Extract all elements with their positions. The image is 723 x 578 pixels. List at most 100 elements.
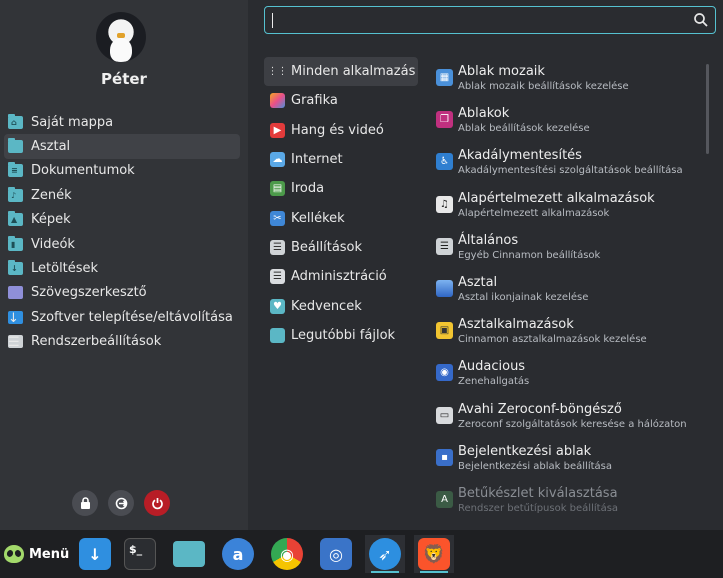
taskbar-launcher-1[interactable]: $_ [120, 535, 160, 573]
category-item-3[interactable]: ☁ Internet [264, 145, 418, 174]
taskbar-launcher-4[interactable]: ◉ [267, 535, 307, 573]
taskbar-launcher-2[interactable] [169, 535, 209, 573]
category-item-0[interactable]: ⋮⋮ Minden alkalmazás [264, 57, 418, 87]
administration-icon: ☰ [270, 269, 285, 285]
files-icon [173, 541, 205, 567]
place-item-3[interactable]: ♪ Zenék [4, 183, 240, 207]
place-item-4[interactable]: ▲ Képek [4, 208, 240, 232]
category-label: Beállítások [291, 239, 363, 255]
app-center-icon: a [222, 538, 254, 570]
windows-icon: ❐ [436, 111, 453, 129]
lock-screen-button[interactable] [72, 490, 98, 516]
app-name: Akadálymentesítés [458, 148, 582, 164]
place-item-2[interactable]: ≡ Dokumentumok [4, 159, 240, 183]
desktop-icon [436, 279, 453, 297]
place-item-7[interactable]: Szövegszerkesztő [4, 281, 240, 305]
preferences-icon: ☰ [270, 239, 285, 255]
desklets-icon: ▣ [436, 322, 453, 340]
desktop-folder-icon [8, 138, 23, 154]
category-item-8[interactable]: ♥ Kedvencek [264, 291, 418, 320]
text-cursor [272, 13, 273, 28]
place-label: Asztal [31, 139, 71, 155]
text-editor-icon [8, 286, 23, 300]
app-item-9[interactable]: ▪ Bejelentkezési ablak Bejelentkezési abla… [432, 437, 702, 479]
app-name: Avahi Zeroconf-böngésző [458, 401, 622, 417]
user-avatar[interactable] [96, 12, 146, 62]
place-item-8[interactable]: ↓ Szoftver telepítése/eltávolítása [4, 305, 240, 329]
category-label: Hang és videó [291, 122, 384, 138]
window-tiling-icon: ▦ [436, 69, 453, 86]
category-item-5[interactable]: ✂ Kellékek [264, 203, 418, 232]
app-description: Ablak mozaik beállítások kezelése [458, 81, 629, 92]
taskbar-launcher-0[interactable]: ↓ [75, 535, 115, 573]
category-label: Minden alkalmazás [291, 64, 416, 80]
app-description: Bejelentkezési ablak beállítása [458, 460, 612, 472]
app-item-1[interactable]: ❐ Ablakok Ablak beállítások kezelése [432, 99, 702, 141]
menu-button[interactable]: Menü [0, 538, 70, 570]
app-item-0[interactable]: ▦ Ablak mozaik Ablak mozaik beállítások ke… [432, 57, 702, 99]
app-item-6[interactable]: ▣ Asztalkalmazások Cinnamon asztalkalmazás… [432, 310, 702, 352]
category-item-2[interactable]: ▶ Hang és videó [264, 116, 418, 145]
place-item-9[interactable]: ☰ Rendszerbeállítások [4, 330, 240, 354]
category-item-1[interactable]: Grafika [264, 86, 418, 115]
apps-scrollbar[interactable] [706, 64, 709, 154]
screenshot-icon: ◎ [320, 538, 352, 570]
all-apps-grid-icon: ⋮⋮ [267, 66, 288, 78]
place-label: Dokumentumok [31, 163, 135, 179]
taskbar-launcher-5[interactable]: ◎ [316, 535, 356, 573]
music-folder-icon: ♪ [8, 186, 23, 202]
user-name: Péter [101, 70, 147, 88]
category-item-9[interactable]: Legutóbbi fájlok [264, 321, 418, 350]
app-item-3[interactable]: ♫ Alapértelmezett alkalmazások Alapértelme… [432, 184, 702, 226]
left-pane: Péter ⌂ Saját mappa Asztal ≡ Dokumentumok ♪ Ze… [0, 0, 248, 530]
penguin-beak [117, 33, 125, 38]
videos-folder-icon: ▮ [8, 235, 23, 251]
app-description: Egyéb Cinnamon beállítások [458, 249, 601, 261]
category-label: Internet [291, 152, 343, 168]
place-item-1[interactable]: Asztal [4, 134, 240, 159]
taskbar-launcher-3[interactable]: a [218, 535, 258, 573]
place-item-6[interactable]: ↓ Letöltések [4, 256, 240, 280]
logout-icon [115, 497, 127, 509]
category-label: Grafika [291, 93, 338, 109]
accessibility-icon: ♿ [436, 153, 453, 171]
taskbar-launcher-6[interactable]: ➶ [365, 535, 405, 573]
power-icon [151, 497, 163, 509]
place-item-0[interactable]: ⌂ Saját mappa [4, 110, 240, 134]
app-description: Zenehallgatás [458, 376, 530, 388]
login-window-icon: ▪ [436, 448, 453, 466]
app-item-2[interactable]: ♿ Akadálymentesítés Akadálymentesítési szo… [432, 141, 702, 183]
app-description: Ablak beállítások kezelése [458, 123, 590, 135]
category-item-6[interactable]: ☰ Beállítások [264, 233, 418, 262]
font-selection-icon: A [436, 490, 453, 508]
app-item-4[interactable]: ☰ Általános Egyéb Cinnamon beállítások [432, 226, 702, 268]
app-item-8[interactable]: ▭ Avahi Zeroconf-böngésző Zeroconf szolgál… [432, 395, 702, 437]
brave-icon: 🦁 [418, 538, 450, 570]
search-input[interactable] [264, 6, 716, 34]
app-description: Asztal ikonjainak kezelése [458, 291, 589, 303]
app-item-10[interactable]: A Betűkészlet kiválasztása Rendszer betűtí… [432, 479, 702, 517]
app-name: Alapértelmezett alkalmazások [458, 190, 655, 206]
office-icon: ▤ [270, 181, 285, 197]
recent-files-folder-icon [270, 327, 285, 343]
category-item-4[interactable]: ▤ Iroda [264, 174, 418, 203]
logout-button[interactable] [108, 490, 134, 516]
place-item-5[interactable]: ▮ Videók [4, 232, 240, 256]
category-label: Legutóbbi fájlok [291, 327, 396, 343]
taskbar-launcher-7[interactable]: 🦁 [414, 535, 454, 573]
app-name: Betűkészlet kiválasztása [458, 485, 618, 501]
audacious-icon: ◉ [436, 364, 453, 382]
app-name: Bejelentkezési ablak [458, 443, 592, 459]
app-item-5[interactable]: Asztal Asztal ikonjainak kezelése [432, 268, 702, 310]
category-item-7[interactable]: ☰ Adminisztráció [264, 262, 418, 291]
search-icon[interactable] [693, 12, 709, 28]
app-name: Általános [458, 232, 519, 248]
sound-video-icon: ▶ [270, 122, 285, 138]
documents-folder-icon: ≡ [8, 162, 23, 178]
software-manager-icon: ↓ [79, 538, 111, 570]
graphics-icon [270, 93, 285, 109]
shutdown-button[interactable] [144, 490, 170, 516]
favorites-folder-icon: ♥ [270, 298, 285, 314]
app-item-7[interactable]: ◉ Audacious Zenehallgatás [432, 352, 702, 394]
app-description: Rendszer betűtípusok beállítása [458, 502, 619, 514]
